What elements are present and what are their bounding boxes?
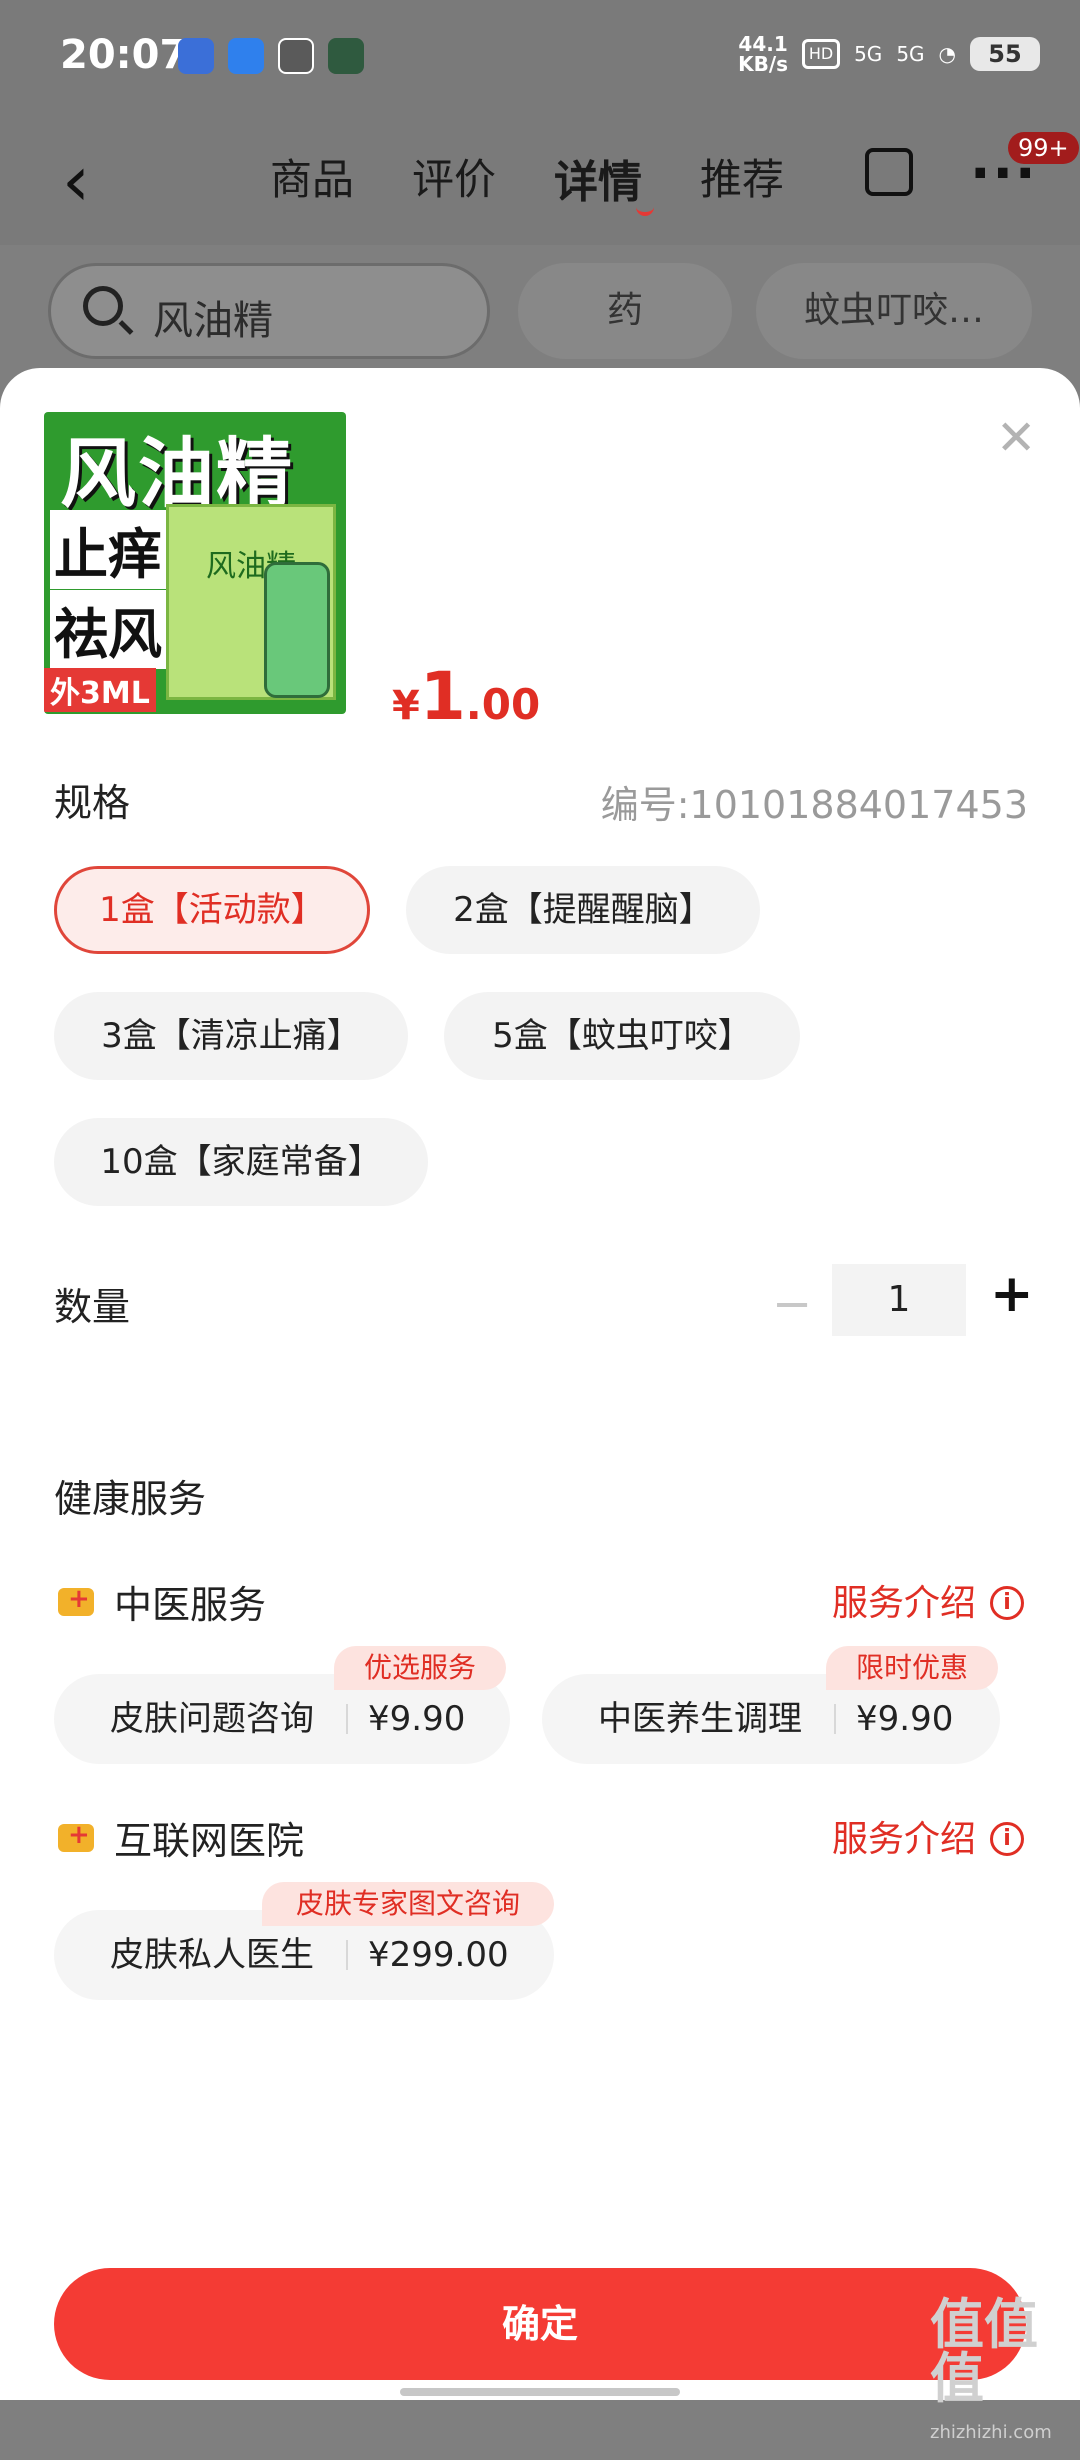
search-chip[interactable]: 蚊虫叮咬…: [756, 263, 1032, 359]
app-notification-icon: [278, 38, 314, 74]
notification-badge: 99+: [1008, 132, 1079, 164]
sku-selector-sheet: ✕ 风油精 风油精 止痒 祛风 外3ML ¥1.00 规格 编号:1010188…: [0, 368, 1080, 2443]
info-icon[interactable]: i: [990, 1822, 1024, 1856]
spec-option[interactable]: 5盒【蚊虫叮咬】: [444, 992, 800, 1080]
spec-option[interactable]: 2盒【提醒醒脑】: [406, 866, 760, 954]
signal-icon: 5G: [896, 42, 925, 66]
service-intro-link[interactable]: 服务介绍: [832, 1810, 976, 1862]
app-notification-icon: [228, 38, 264, 74]
bottle-graphic: [264, 562, 330, 698]
service-group-title: 互联网医院: [114, 1819, 305, 1863]
quantity-decrease-button[interactable]: −: [772, 1276, 812, 1332]
signal-icon: 5G: [854, 42, 883, 66]
status-indicators: 44.1 KB/s HD 5G 5G ◔ 55: [738, 34, 1040, 74]
app-notification-icon: [328, 38, 364, 74]
spec-option[interactable]: 1盒【活动款】: [54, 866, 370, 954]
tab-product[interactable]: 商品: [270, 146, 354, 210]
quantity-increase-button[interactable]: +: [990, 1264, 1034, 1324]
medical-kit-icon: [58, 1820, 94, 1852]
health-service-title: 健康服务: [54, 1477, 207, 1521]
share-icon[interactable]: [865, 148, 913, 196]
search-chip[interactable]: 药: [518, 263, 732, 359]
watermark: 值值值 zhizhizhi.com: [930, 2293, 1052, 2444]
status-bar: 20:07 44.1 KB/s HD 5G 5G ◔ 55: [0, 0, 1080, 120]
tab-reviews[interactable]: 评价: [412, 146, 496, 210]
back-icon[interactable]: ‹: [62, 140, 90, 222]
divider: [834, 1704, 836, 1734]
divider: [346, 1940, 348, 1970]
search-row: 风油精 药 蚊虫叮咬…: [0, 245, 1080, 375]
service-tag: 皮肤专家图文咨询: [262, 1882, 554, 1926]
service-group-title: 中医服务: [114, 1583, 267, 1627]
medical-kit-icon: [58, 1584, 94, 1616]
spec-label: 规格: [54, 781, 131, 825]
app-notification-icon: [178, 38, 214, 74]
battery-indicator: 55: [970, 37, 1040, 71]
hd-icon: HD: [802, 39, 841, 69]
top-nav: ‹ 商品 评价 详情 推荐 ··· 99+: [0, 120, 1080, 245]
service-name: 中医养生调理: [598, 1699, 802, 1739]
spec-option[interactable]: 10盒【家庭常备】: [54, 1118, 428, 1206]
confirm-button[interactable]: 确定: [54, 2268, 1026, 2380]
close-icon[interactable]: ✕: [996, 410, 1036, 466]
service-tag: 优选服务: [334, 1646, 506, 1690]
search-value: 风油精: [153, 298, 273, 344]
product-code: 编号:10101884017453: [600, 783, 1028, 827]
service-tag: 限时优惠: [826, 1646, 998, 1690]
info-icon[interactable]: i: [990, 1586, 1024, 1620]
tab-recommend[interactable]: 推荐: [700, 146, 784, 210]
tab-bar: 商品 评价 详情 推荐: [270, 146, 784, 216]
wifi-icon: ◔: [938, 42, 956, 66]
product-price: ¥1.00: [392, 658, 541, 735]
tab-details[interactable]: 详情: [554, 146, 655, 216]
spec-option[interactable]: 3盒【清凉止痛】: [54, 992, 408, 1080]
notification-icons: [178, 38, 364, 74]
home-indicator[interactable]: [400, 2388, 680, 2396]
quantity-label: 数量: [54, 1285, 131, 1329]
network-speed: 44.1 KB/s: [738, 32, 789, 76]
quantity-input[interactable]: 1: [832, 1264, 966, 1336]
product-image: 风油精 风油精 止痒 祛风 外3ML: [44, 412, 346, 714]
search-input[interactable]: 风油精: [48, 263, 490, 359]
divider: [346, 1704, 348, 1734]
search-icon: [83, 286, 123, 326]
status-time: 20:07: [60, 32, 188, 78]
service-name: 皮肤问题咨询: [110, 1699, 314, 1739]
service-intro-link[interactable]: 服务介绍: [832, 1574, 976, 1626]
